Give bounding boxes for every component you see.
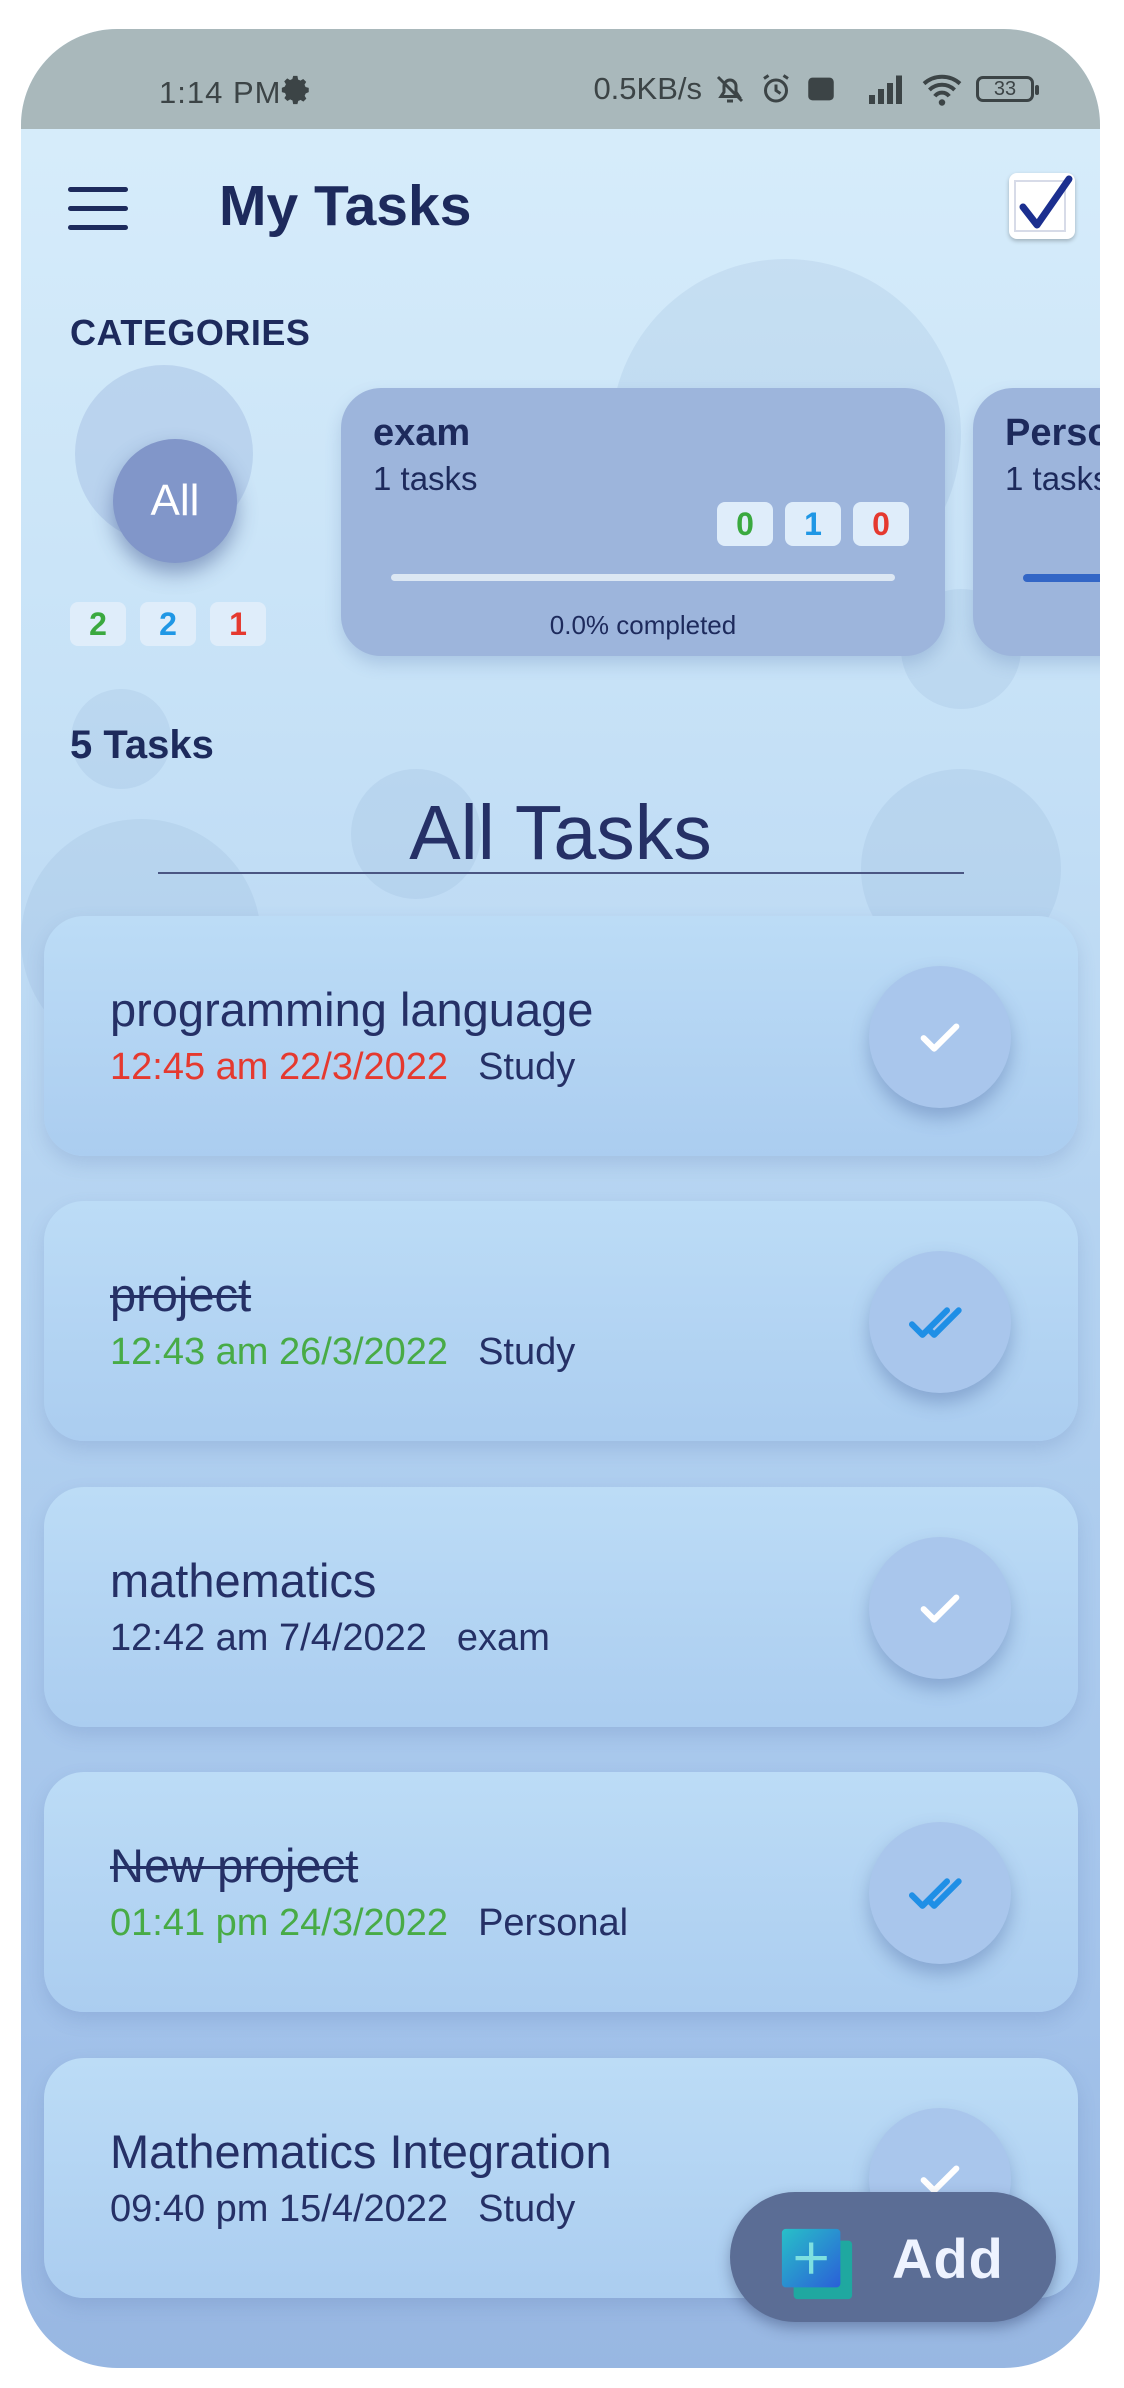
all-category-button[interactable]: All: [113, 439, 237, 563]
complete-task-button[interactable]: [869, 1537, 1011, 1679]
task-meta: 12:45 am 22/3/2022 Study: [110, 1046, 575, 1089]
category-task-count: 1 tasks: [1005, 460, 1100, 497]
mute-bell-icon: [716, 75, 744, 103]
task-date: 01:41 pm 24/3/2022: [110, 1902, 449, 1944]
task-name: project: [110, 1268, 252, 1321]
category-progress-text: 0.0% completed: [549, 610, 737, 640]
status-bar: 1:14 PM 0.5KB/s 33: [21, 29, 1100, 129]
task-card[interactable]: programming language 12:45 am 22/3/2022 …: [44, 916, 1078, 1156]
volte-icon: [808, 77, 834, 101]
count-badge-blue: 1: [785, 502, 841, 546]
task-name: New project: [110, 1839, 359, 1892]
status-time: 1:14 PM: [159, 75, 282, 110]
count-badge-green: 0: [717, 502, 773, 546]
complete-task-button[interactable]: [869, 1251, 1011, 1393]
task-name: programming language: [110, 983, 594, 1036]
section-title: All Tasks: [409, 790, 712, 876]
task-date: 12:43 am 26/3/2022: [110, 1331, 449, 1373]
signal-icon: [869, 75, 902, 104]
double-check-icon: [908, 1878, 962, 1909]
task-name: mathematics: [110, 1554, 377, 1607]
check-icon: [920, 1023, 960, 1052]
count-badge-red: 1: [210, 602, 266, 646]
add-note-icon: [781, 2228, 853, 2300]
count-badge-green: 2: [70, 602, 126, 646]
page-title: My Tasks: [219, 174, 472, 238]
category-counts: 0 1 0: [717, 502, 909, 546]
checkmark-logo-icon: [1014, 175, 1073, 232]
categories-label: CATEGORIES: [70, 312, 311, 353]
task-name: Mathematics Integration: [110, 2125, 612, 2178]
complete-task-button[interactable]: [869, 966, 1011, 1108]
phone-screen: 1:14 PM 0.5KB/s 33 My Tasks CATEGORIES A…: [21, 29, 1100, 2368]
all-category-label: All: [150, 476, 200, 525]
category-name: Personal: [1005, 412, 1100, 454]
task-date: 12:45 am 22/3/2022: [110, 1046, 449, 1088]
task-category: Study: [478, 1046, 576, 1088]
task-card[interactable]: project 12:43 am 26/3/2022 Study: [44, 1201, 1078, 1441]
category-card-exam[interactable]: exam 1 tasks 0 1 0 0.0% completed: [341, 388, 945, 656]
task-category: Study: [478, 1331, 576, 1373]
category-card-personal[interactable]: Personal 1 tasks: [973, 388, 1100, 656]
task-meta: 12:43 am 26/3/2022 Study: [110, 1331, 575, 1374]
count-badge-red: 0: [853, 502, 909, 546]
add-button-label: Add: [892, 2227, 1004, 2290]
network-speed: 0.5KB/s: [593, 71, 702, 106]
task-count: 5 Tasks: [70, 723, 214, 767]
all-category-counts: 2 2 1: [70, 602, 266, 646]
category-task-count: 1 tasks: [373, 460, 478, 497]
double-check-icon: [908, 1307, 962, 1338]
complete-task-button[interactable]: [869, 1822, 1011, 1964]
wifi-icon: [922, 74, 962, 106]
count-badge-blue: 2: [140, 602, 196, 646]
status-indicators: 0.5KB/s 33: [593, 71, 1039, 107]
task-meta: 12:42 am 7/4/2022 exam: [110, 1617, 550, 1660]
task-date: 12:42 am 7/4/2022: [110, 1617, 427, 1659]
battery-level: 33: [993, 77, 1017, 100]
settings-gear-icon: [281, 75, 309, 105]
battery-icon: 33: [976, 76, 1039, 102]
hamburger-menu-icon[interactable]: [68, 187, 128, 233]
task-meta: 01:41 pm 24/3/2022 Personal: [110, 1902, 628, 1945]
task-card[interactable]: mathematics 12:42 am 7/4/2022 exam: [44, 1487, 1078, 1727]
section-divider: [158, 872, 964, 874]
app-checkmark-icon: [1009, 173, 1075, 239]
category-progress-bar: [1023, 574, 1100, 582]
alarm-icon: [763, 74, 789, 103]
category-name: exam: [373, 412, 471, 454]
task-category: Study: [478, 2188, 576, 2230]
task-category: Personal: [478, 1902, 629, 1944]
task-category: exam: [456, 1617, 550, 1659]
task-meta: 09:40 pm 15/4/2022 Study: [110, 2188, 575, 2231]
add-task-button[interactable]: Add: [730, 2192, 1056, 2322]
check-icon: [920, 1594, 960, 1623]
category-progress-bar: [391, 574, 895, 581]
task-date: 09:40 pm 15/4/2022: [110, 2188, 449, 2230]
task-card[interactable]: New project 01:41 pm 24/3/2022 Personal: [44, 1772, 1078, 2012]
